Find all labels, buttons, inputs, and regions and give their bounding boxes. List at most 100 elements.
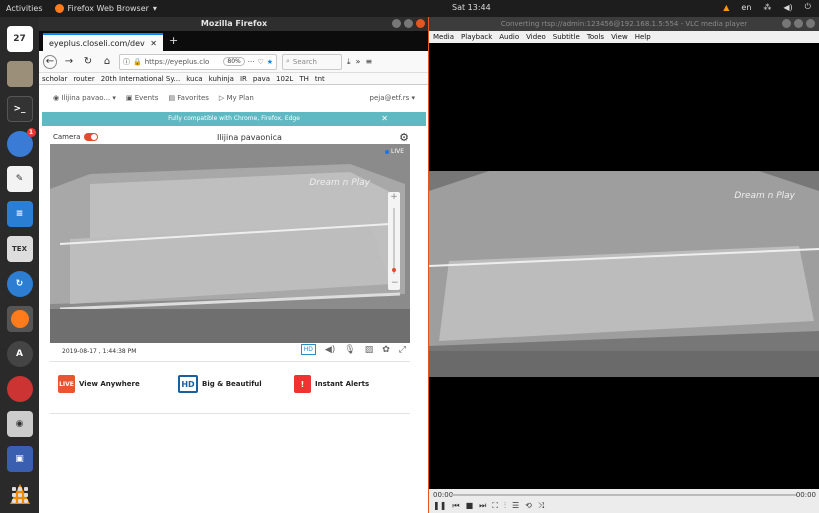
previous-button[interactable]: ⏮ xyxy=(452,501,459,511)
pocket-icon[interactable]: ♡ xyxy=(257,58,263,66)
sync-icon[interactable]: ↻ xyxy=(6,271,33,297)
camera-toggle[interactable] xyxy=(84,133,99,141)
nav-my-plan[interactable]: ▷ My Plan xyxy=(219,94,254,102)
zoom-out-icon[interactable]: − xyxy=(391,278,399,288)
user-menu[interactable]: peja@etf.rs ▾ xyxy=(370,94,416,102)
forward-button[interactable]: → xyxy=(62,55,76,69)
bookmark-item[interactable]: kuhinja xyxy=(209,75,234,83)
camera-icon[interactable]: ◉ xyxy=(6,411,33,437)
volume-icon[interactable]: ◀) xyxy=(325,345,335,355)
close-tab-icon[interactable]: ✕ xyxy=(150,39,157,48)
playlist-button[interactable]: ☰ xyxy=(512,501,519,511)
info-icon[interactable]: ⓘ xyxy=(123,57,130,67)
back-button[interactable]: ← xyxy=(43,54,57,69)
nav-my-plan-label: My Plan xyxy=(226,94,254,102)
watermark: Dream n Play xyxy=(309,178,370,188)
menu-video[interactable]: Video xyxy=(526,33,546,41)
bookmark-item[interactable]: tnt xyxy=(315,75,325,83)
software-center-icon[interactable]: A xyxy=(6,341,33,367)
bookmark-item[interactable]: 20th International Sy... xyxy=(101,75,180,83)
bookmark-item[interactable]: 102L xyxy=(276,75,293,83)
system-monitor-icon[interactable] xyxy=(6,376,33,402)
url-bar[interactable]: ⓘ 🔒 https://eyeplus.clo 80% ··· ♡ ★ xyxy=(119,53,277,70)
gear-icon[interactable]: ⚙ xyxy=(399,131,409,144)
close-button[interactable] xyxy=(416,19,425,28)
settings-wheel-icon[interactable]: ✿ xyxy=(382,345,390,355)
show-apps-icon[interactable] xyxy=(12,487,28,503)
snapshot-icon[interactable]: ▨ xyxy=(365,345,374,355)
tab-strip: eyeplus.closeli.com/dev ✕ + xyxy=(39,31,429,51)
tex-icon[interactable]: TEX xyxy=(6,236,33,262)
bookmark-item[interactable]: kuca xyxy=(186,75,202,83)
overflow-icon[interactable]: » xyxy=(356,57,361,66)
extended-settings-button[interactable]: ⫶ xyxy=(504,501,506,511)
bookmark-item[interactable]: IR xyxy=(240,75,247,83)
camera-select-label: Ilijina pavao... xyxy=(61,94,111,102)
fullscreen-button[interactable]: ⛶ xyxy=(492,501,498,511)
window-titlebar[interactable]: Mozilla Firefox xyxy=(39,17,429,31)
reload-button[interactable]: ↻ xyxy=(81,55,95,69)
zoom-slider[interactable]: + − xyxy=(388,192,400,290)
menu-playback[interactable]: Playback xyxy=(461,33,492,41)
home-button[interactable]: ⌂ xyxy=(100,55,114,69)
camera-feed[interactable]: Dream n Play LIVE + − xyxy=(50,144,410,343)
loop-button[interactable]: ⟲ xyxy=(525,501,532,511)
nav-events[interactable]: ▣ Events xyxy=(126,94,159,102)
menu-subtitle[interactable]: Subtitle xyxy=(553,33,580,41)
system-tray[interactable]: ▲ en ⁂ ◀) ⏻ xyxy=(723,2,811,12)
camera-select[interactable]: ◉ Ilijina pavao... ▾ xyxy=(53,94,116,102)
menu-tools[interactable]: Tools xyxy=(587,33,604,41)
site-nav: ◉ Ilijina pavao... ▾ ▣ Events ▤ Favorite… xyxy=(39,85,429,111)
menu-help[interactable]: Help xyxy=(635,33,651,41)
seek-bar[interactable] xyxy=(451,494,797,496)
zoom-knob[interactable] xyxy=(392,268,396,272)
mail-icon[interactable]: 1 xyxy=(6,128,36,157)
search-bar[interactable]: ⌕ Search xyxy=(282,53,342,70)
package-icon[interactable]: ▣ xyxy=(6,446,33,472)
bookmark-item[interactable]: TH xyxy=(299,75,309,83)
bookmark-item[interactable]: router xyxy=(73,75,94,83)
hd-button[interactable]: HD xyxy=(300,344,316,355)
text-editor-icon[interactable]: ✎ xyxy=(6,166,33,192)
bookmark-star-icon[interactable]: ★ xyxy=(267,58,273,66)
stop-button[interactable]: ■ xyxy=(466,501,474,511)
minimize-button[interactable] xyxy=(392,19,401,28)
page-actions-icon[interactable]: ··· xyxy=(248,58,255,66)
window-title: Mozilla Firefox xyxy=(200,19,268,28)
maximize-button[interactable] xyxy=(404,19,413,28)
vlc-video[interactable]: Dream n Play xyxy=(429,171,819,377)
menu-media[interactable]: Media xyxy=(433,33,454,41)
minimize-button[interactable] xyxy=(782,19,791,28)
vlc-titlebar[interactable]: Converting rtsp://admin:123456@192.168.1… xyxy=(429,17,819,31)
menu-view[interactable]: View xyxy=(611,33,628,41)
feature-label: Big & Beautiful xyxy=(202,380,262,388)
zoom-track[interactable] xyxy=(393,208,395,274)
zoom-in-icon[interactable]: + xyxy=(390,192,398,202)
download-icon[interactable]: ⤓ xyxy=(347,57,351,67)
fullscreen-icon[interactable]: ⤢ xyxy=(399,345,406,355)
next-button[interactable]: ⏭ xyxy=(479,501,486,511)
menu-icon[interactable]: ≡ xyxy=(365,57,372,66)
terminal-icon[interactable]: >_ xyxy=(6,96,33,122)
calendar-icon[interactable]: 27 xyxy=(6,26,33,52)
new-tab-button[interactable]: + xyxy=(169,34,178,47)
menu-audio[interactable]: Audio xyxy=(499,33,519,41)
bookmark-item[interactable]: scholar xyxy=(42,75,67,83)
close-button[interactable] xyxy=(806,19,815,28)
firefox-window: Mozilla Firefox eyeplus.closeli.com/dev … xyxy=(39,17,429,513)
zoom-indicator[interactable]: 80% xyxy=(223,57,245,66)
pause-button[interactable]: ❚❚ xyxy=(433,501,446,511)
activities-button[interactable]: Activities xyxy=(6,4,43,13)
shuffle-button[interactable]: ⤨ xyxy=(538,501,544,511)
browser-tab[interactable]: eyeplus.closeli.com/dev ✕ xyxy=(43,33,163,51)
microphone-icon[interactable]: 🎙 xyxy=(344,345,355,355)
firefox-icon[interactable] xyxy=(6,306,33,332)
close-banner-icon[interactable]: ✕ xyxy=(381,112,388,126)
maximize-button[interactable] xyxy=(794,19,803,28)
writer-icon[interactable]: ≡ xyxy=(6,201,33,227)
files-icon[interactable] xyxy=(6,61,33,87)
nav-favorites[interactable]: ▤ Favorites xyxy=(168,94,208,102)
clock[interactable]: Sat 13:44 xyxy=(452,3,491,12)
bookmark-item[interactable]: pava xyxy=(253,75,270,83)
app-menu[interactable]: Firefox Web Browser ▾ xyxy=(54,4,157,13)
